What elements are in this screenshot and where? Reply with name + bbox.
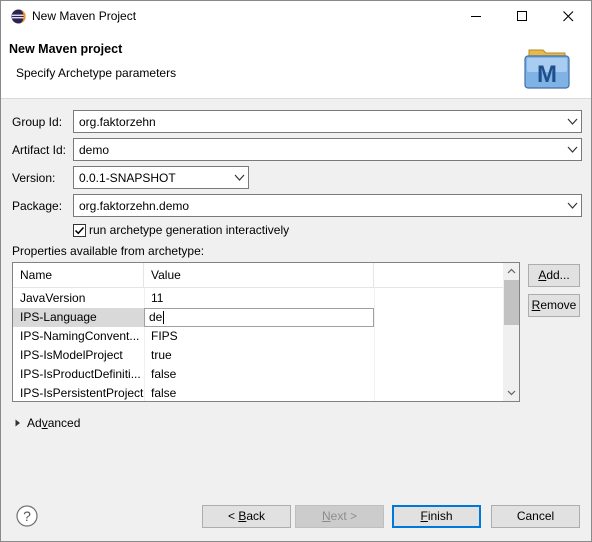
property-name: IPS-IsModelProject xyxy=(20,348,123,362)
table-row[interactable]: IPS-IsProductDefiniti... false xyxy=(13,365,503,384)
maximize-icon xyxy=(516,11,527,21)
cancel-button[interactable]: Cancel xyxy=(491,505,580,528)
property-name: IPS-IsProductDefiniti... xyxy=(20,367,141,381)
group-id-combo[interactable]: org.faktorzehn xyxy=(73,110,582,133)
group-id-label: Group Id: xyxy=(12,115,63,129)
column-header-name[interactable]: Name xyxy=(13,263,144,288)
minimize-button[interactable] xyxy=(453,1,499,32)
page-title: New Maven project xyxy=(9,42,123,56)
close-icon xyxy=(562,11,573,22)
back-button[interactable]: < Back xyxy=(202,505,291,528)
dialog-window: New Maven Project New Maven project Spec… xyxy=(0,0,592,542)
maximize-button[interactable] xyxy=(499,1,545,32)
property-value: FIPS xyxy=(151,329,178,343)
table-row-selected[interactable]: IPS-Language de xyxy=(13,308,503,327)
window-title: New Maven Project xyxy=(32,9,137,23)
finish-button[interactable]: Finish xyxy=(392,505,481,528)
property-name: IPS-IsPersistentProject xyxy=(20,386,144,400)
property-value: false xyxy=(151,386,177,400)
table-row[interactable]: IPS-IsPersistentProject false xyxy=(13,384,503,401)
property-name: IPS-Language xyxy=(13,308,144,327)
artifact-id-label: Artifact Id: xyxy=(12,143,67,157)
group-id-value: org.faktorzehn xyxy=(79,115,156,129)
artifact-id-value: demo xyxy=(79,143,110,157)
scroll-down-icon[interactable] xyxy=(503,384,520,401)
remove-property-button[interactable]: Remove xyxy=(528,294,580,317)
property-value-editor[interactable]: de xyxy=(144,308,374,327)
property-name: IPS-NamingConvent... xyxy=(20,329,140,343)
table-row[interactable]: IPS-IsModelProject true xyxy=(13,346,503,365)
scroll-up-icon[interactable] xyxy=(503,263,520,280)
interactive-checkbox[interactable] xyxy=(73,224,86,237)
expand-arrow-icon[interactable] xyxy=(14,419,22,427)
dropdown-arrow-icon xyxy=(567,202,578,209)
package-value: org.faktorzehn.demo xyxy=(79,199,190,213)
scrollbar-thumb[interactable] xyxy=(504,280,519,325)
remove-button-label: emove xyxy=(540,298,577,312)
title-bar: New Maven Project xyxy=(1,1,591,32)
next-button[interactable]: Next > xyxy=(295,505,384,528)
close-button[interactable] xyxy=(545,1,591,32)
add-property-button[interactable]: Add... xyxy=(528,264,580,287)
dropdown-arrow-icon xyxy=(234,174,245,181)
interactive-label[interactable]: run archetype generation interactively xyxy=(89,223,289,237)
property-value: true xyxy=(151,348,172,362)
help-icon[interactable]: ? xyxy=(16,505,38,527)
svg-text:?: ? xyxy=(23,508,31,524)
version-value: 0.0.1-SNAPSHOT xyxy=(79,171,176,185)
wizard-header: New Maven project Specify Archetype para… xyxy=(1,32,591,99)
property-value: 11 xyxy=(151,291,164,305)
properties-label: Properties available from archetype: xyxy=(12,244,205,258)
table-scrollbar[interactable] xyxy=(503,263,520,401)
property-value: false xyxy=(151,367,177,381)
advanced-toggle[interactable]: Advanced xyxy=(27,416,80,430)
table-header: Name Value xyxy=(13,263,503,288)
column-header-value[interactable]: Value xyxy=(144,263,374,288)
page-subtitle: Specify Archetype parameters xyxy=(16,66,177,80)
add-button-label: dd... xyxy=(546,268,570,282)
checkbox-check-icon xyxy=(74,226,85,235)
property-name: JavaVersion xyxy=(20,291,86,305)
package-label: Package: xyxy=(12,199,63,213)
properties-table: Name Value JavaVersion 11 IPS-Language d… xyxy=(12,262,520,402)
table-row[interactable]: JavaVersion 11 xyxy=(13,289,503,308)
version-combo[interactable]: 0.0.1-SNAPSHOT xyxy=(73,166,249,189)
minimize-icon xyxy=(470,16,481,17)
table-row[interactable]: IPS-NamingConvent... FIPS xyxy=(13,327,503,346)
dropdown-arrow-icon xyxy=(567,118,578,125)
maven-logo-icon: M xyxy=(524,49,570,89)
dropdown-arrow-icon xyxy=(567,146,578,153)
eclipse-icon xyxy=(11,9,26,24)
property-value: de xyxy=(149,310,163,324)
artifact-id-combo[interactable]: demo xyxy=(73,138,582,161)
logo-letter: M xyxy=(537,61,557,88)
package-combo[interactable]: org.faktorzehn.demo xyxy=(73,194,582,217)
version-label: Version: xyxy=(12,171,56,185)
